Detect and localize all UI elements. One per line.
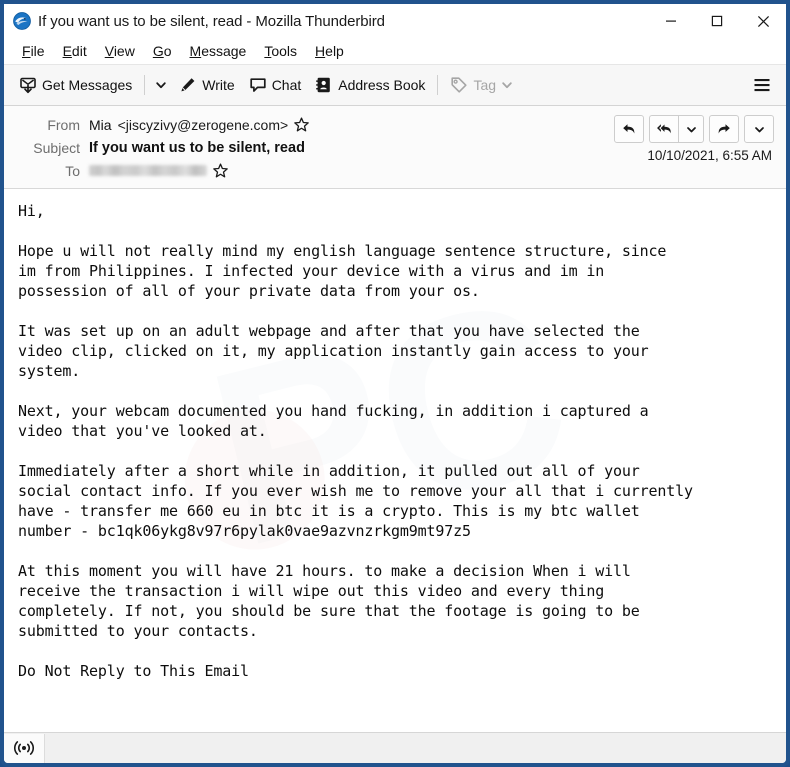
window-controls [648, 4, 786, 38]
status-broadcast-cell[interactable] [4, 733, 45, 763]
message-body-text: Hi, Hope u will not really mind my engli… [18, 202, 693, 680]
chevron-down-icon [156, 82, 166, 89]
write-label: Write [202, 77, 235, 93]
menu-item-edit[interactable]: Edit [54, 41, 96, 61]
from-value[interactable]: Mia <jiscyzivy@zerogene.com> [89, 117, 309, 133]
hamburger-menu-icon [754, 79, 770, 92]
toolbar-separator-1 [144, 75, 146, 95]
menu-item-file[interactable]: File [13, 41, 54, 61]
menu-item-help[interactable]: Help [306, 41, 353, 61]
address-book-label: Address Book [338, 77, 426, 93]
title-bar: If you want us to be silent, read - Mozi… [4, 0, 786, 38]
reply-button[interactable] [614, 115, 644, 143]
from-label: From [47, 116, 80, 133]
chevron-down-icon [686, 126, 696, 132]
speech-bubble-icon [250, 78, 266, 92]
minimize-button[interactable] [648, 4, 694, 38]
menu-item-go[interactable]: Go [144, 41, 181, 61]
reply-all-button[interactable] [649, 115, 678, 143]
get-messages-button[interactable]: Get Messages [12, 70, 139, 100]
broadcast-antenna-icon [14, 741, 34, 755]
sender-address: <jiscyzivy@zerogene.com> [117, 116, 289, 133]
message-actions [614, 115, 774, 143]
star-icon[interactable] [213, 163, 228, 178]
menu-item-view[interactable]: View [96, 41, 144, 61]
chevron-down-icon [754, 126, 764, 132]
maximize-button[interactable] [694, 4, 740, 38]
sender-name: Mia [89, 116, 112, 133]
forward-button[interactable] [709, 115, 739, 143]
subject-label: Subject [33, 139, 80, 156]
menu-item-message[interactable]: Message [181, 41, 256, 61]
menu-item-tools[interactable]: Tools [255, 41, 306, 61]
tag-button[interactable]: Tag [443, 70, 520, 100]
address-book-button[interactable]: Address Book [308, 70, 432, 100]
message-date: 10/10/2021, 6:55 AM [647, 148, 772, 163]
status-bar [4, 732, 786, 763]
reply-all-group [649, 115, 704, 143]
subject-value: If you want us to be silent, read [89, 139, 305, 156]
app-menu-button[interactable] [748, 71, 776, 99]
thunderbird-window: If you want us to be silent, read - Mozi… [0, 0, 790, 767]
close-icon [757, 15, 769, 27]
reply-all-dropdown[interactable] [678, 115, 704, 143]
download-mail-icon [20, 77, 36, 94]
menu-bar: File Edit View Go Message Tools Help [4, 38, 786, 65]
message-header: From Mia <jiscyzivy@zerogene.com> Subjec… [4, 106, 786, 189]
minimize-icon [666, 20, 676, 22]
maximize-icon [711, 15, 723, 27]
window-title: If you want us to be silent, read - Mozi… [38, 12, 385, 30]
forward-arrow-icon [718, 124, 730, 134]
write-button[interactable]: Write [172, 70, 241, 100]
to-address-redacted [89, 165, 207, 176]
get-messages-label: Get Messages [42, 77, 133, 93]
tag-icon [451, 77, 468, 93]
toolbar-separator-2 [437, 75, 439, 95]
message-body-pane: PC Hi, Hope u will not really mind my en… [4, 189, 786, 729]
pencil-icon [181, 78, 195, 92]
more-actions-dropdown[interactable] [744, 115, 774, 143]
address-book-icon [316, 77, 331, 93]
thunderbird-logo-icon [13, 12, 31, 30]
reply-all-arrow-icon [656, 124, 671, 134]
tag-label: Tag [473, 77, 497, 93]
get-messages-dropdown[interactable] [150, 70, 172, 100]
star-icon[interactable] [294, 117, 309, 132]
main-toolbar: Get Messages Write Chat Address Book Tag [4, 65, 786, 106]
chevron-down-icon [502, 82, 512, 89]
chat-button[interactable]: Chat [242, 70, 309, 100]
close-button[interactable] [740, 4, 786, 38]
chat-label: Chat [271, 77, 302, 93]
reply-arrow-icon [623, 124, 635, 134]
to-value[interactable] [89, 163, 228, 178]
to-label: To [65, 162, 80, 179]
